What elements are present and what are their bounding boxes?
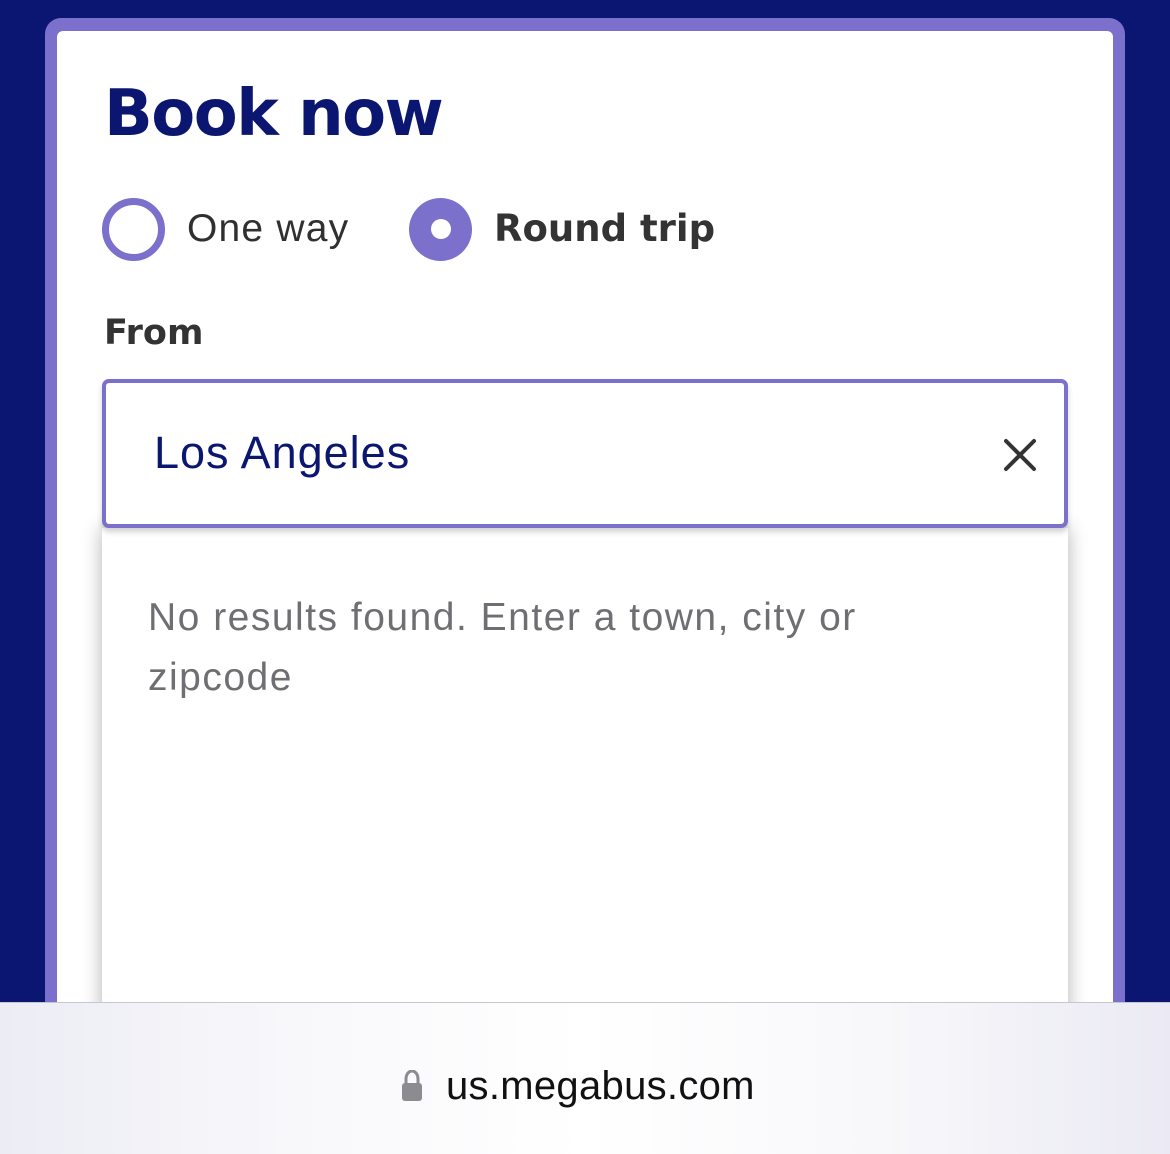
clear-input-button[interactable] [994,429,1046,481]
one-way-radio-button[interactable] [102,197,165,261]
close-icon[interactable] [994,429,1046,481]
round-trip-label[interactable]: Round trip [494,197,715,261]
from-results-dropdown: No results found. Enter a town, city or … [102,528,1068,1048]
page-title: Book now [104,77,444,151]
one-way-radio-option[interactable]: One way [102,197,349,261]
lock-icon [402,1069,422,1101]
from-label: From [104,313,204,353]
no-results-message: No results found. Enter a town, city or … [148,596,857,699]
from-input[interactable] [154,425,934,481]
round-trip-radio-button[interactable] [409,197,472,261]
url-text[interactable]: us.megabus.com [446,1058,755,1114]
browser-address-bar[interactable]: us.megabus.com [0,1002,1170,1154]
round-trip-radio-option[interactable]: Round trip [409,197,715,261]
one-way-label[interactable]: One way [187,197,349,261]
from-search-field[interactable] [102,379,1068,528]
url-display[interactable]: us.megabus.com [400,1058,755,1114]
